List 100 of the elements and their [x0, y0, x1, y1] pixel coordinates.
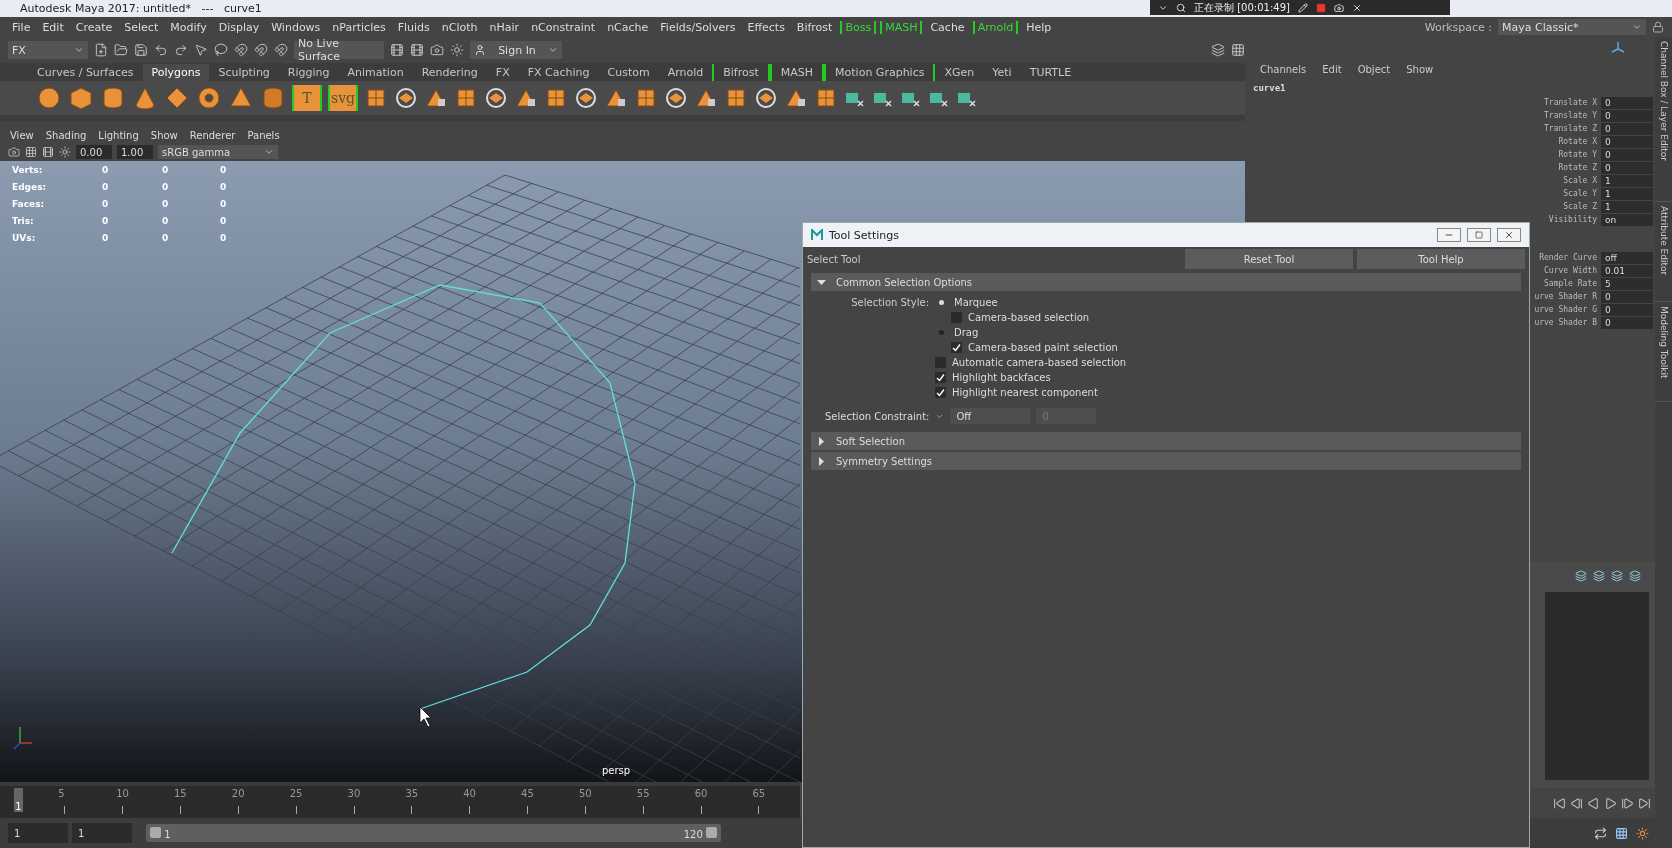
- attribute-value[interactable]: 1: [1601, 175, 1653, 187]
- grid-icon[interactable]: [1231, 43, 1245, 57]
- minimize-button[interactable]: [1437, 228, 1461, 242]
- attribute-value[interactable]: 0: [1601, 97, 1653, 109]
- render-icon[interactable]: [390, 43, 404, 57]
- save-icon[interactable]: [134, 43, 148, 57]
- polygon-tool-icon[interactable]: [574, 86, 598, 110]
- menu-item[interactable]: Boss: [840, 20, 877, 34]
- workspace-dropdown[interactable]: Maya Classic*: [1498, 19, 1646, 35]
- shelf-tab[interactable]: Arnold: [658, 64, 713, 81]
- menu-item[interactable]: Bifrost: [790, 20, 839, 34]
- shelf-tab[interactable]: TURTLE: [1020, 64, 1081, 81]
- close-button[interactable]: [1497, 228, 1521, 242]
- menu-item[interactable]: MASH: [880, 20, 923, 34]
- shelf-tab[interactable]: Sculpting: [209, 64, 279, 81]
- attribute-value[interactable]: off: [1601, 252, 1653, 264]
- channel-box-menu[interactable]: Object: [1357, 63, 1391, 75]
- channel-box-menu[interactable]: Channels: [1260, 63, 1307, 75]
- redo-icon[interactable]: [174, 43, 188, 57]
- shelf-tab[interactable]: Yeti: [983, 64, 1021, 81]
- plane-icon[interactable]: [164, 85, 190, 111]
- attribute-value[interactable]: 0: [1601, 110, 1653, 122]
- attribute-value[interactable]: 0.01: [1601, 265, 1653, 277]
- polygon-tool-icon[interactable]: [544, 86, 568, 110]
- menu-item[interactable]: Cache: [924, 20, 971, 34]
- radio-button[interactable]: [939, 330, 944, 335]
- checkbox[interactable]: [951, 342, 962, 353]
- current-frame[interactable]: 1: [14, 788, 23, 812]
- constraint-dropdown[interactable]: Off: [950, 408, 1031, 424]
- section-header[interactable]: Symmetry Settings: [811, 452, 1521, 470]
- step-forward-icon[interactable]: [1621, 796, 1634, 810]
- menu-item[interactable]: Create: [69, 20, 119, 34]
- menu-set-dropdown[interactable]: FX: [8, 41, 88, 59]
- attribute-value[interactable]: 5: [1601, 278, 1653, 290]
- polygon-tool-icon[interactable]: [634, 86, 658, 110]
- menu-item[interactable]: File: [6, 20, 37, 34]
- attribute-value[interactable]: 0: [1601, 149, 1653, 161]
- radio-button[interactable]: [939, 300, 944, 305]
- layer-icon[interactable]: [1575, 570, 1587, 582]
- shelf-tab[interactable]: Custom: [598, 64, 659, 81]
- light-icon[interactable]: [450, 43, 464, 57]
- start-frame-field[interactable]: 1: [8, 823, 68, 843]
- menu-item[interactable]: Modify: [164, 20, 213, 34]
- shelf-tab[interactable]: XGen: [935, 64, 984, 81]
- viewport-menu-item[interactable]: Panels: [241, 129, 286, 141]
- menu-item[interactable]: nParticles: [326, 20, 392, 34]
- side-tab[interactable]: Modeling Toolkit: [1655, 302, 1672, 402]
- menu-item[interactable]: nCache: [601, 20, 655, 34]
- menu-item[interactable]: Display: [212, 20, 266, 34]
- shelf-tab[interactable]: Rigging: [278, 64, 339, 81]
- menu-item[interactable]: nCloth: [435, 20, 484, 34]
- maximize-button[interactable]: [1467, 228, 1491, 242]
- attribute-value[interactable]: on: [1601, 214, 1653, 226]
- channel-box-menu[interactable]: Show: [1406, 63, 1434, 75]
- attribute-value[interactable]: 0: [1601, 317, 1653, 329]
- live-surface-field[interactable]: No Live Surface: [294, 41, 384, 59]
- step-back-icon[interactable]: [1570, 796, 1583, 810]
- close-icon[interactable]: [1351, 2, 1362, 13]
- channel-box-menu[interactable]: Edit: [1322, 63, 1342, 75]
- checkbox[interactable]: [935, 372, 946, 383]
- menu-item[interactable]: Help: [1020, 20, 1058, 34]
- layers-icon[interactable]: [1211, 43, 1225, 57]
- section-header[interactable]: Soft Selection: [811, 432, 1521, 450]
- menu-item[interactable]: Fluids: [391, 20, 436, 34]
- new-file-icon[interactable]: [94, 43, 108, 57]
- current-frame-field[interactable]: 1: [72, 823, 132, 843]
- skip-back-icon[interactable]: [1553, 796, 1566, 810]
- stop-icon[interactable]: [1315, 2, 1326, 13]
- tool-button[interactable]: Reset Tool: [1185, 249, 1353, 269]
- magnet-icon[interactable]: [234, 43, 248, 57]
- light-icon[interactable]: [59, 146, 71, 158]
- polygon-tool-icon[interactable]: [454, 86, 478, 110]
- time-slider[interactable]: 1 5 10 15 20 25 30 35 40 45 50 55 60 65: [0, 782, 800, 818]
- attribute-value[interactable]: 0: [1601, 304, 1653, 316]
- polygon-tool-icon[interactable]: [394, 86, 418, 110]
- torus-icon[interactable]: [196, 85, 222, 111]
- polygon-tool-icon[interactable]: [664, 86, 688, 110]
- viewport-menu-item[interactable]: View: [4, 129, 40, 141]
- checkbox[interactable]: [951, 312, 962, 323]
- shelf-tab[interactable]: FX Caching: [518, 64, 599, 81]
- magnet-icon[interactable]: [254, 43, 268, 57]
- pipe-icon[interactable]: [260, 85, 286, 111]
- attribute-value[interactable]: 0: [1601, 162, 1653, 174]
- shelf-tab[interactable]: Animation: [338, 64, 413, 81]
- attribute-value[interactable]: 0: [1601, 136, 1653, 148]
- pencil-icon[interactable]: [1297, 2, 1308, 13]
- undo-icon[interactable]: [154, 43, 168, 57]
- polygon-tool-icon[interactable]: [724, 86, 748, 110]
- side-tab[interactable]: Channel Box / Layer Editor: [1655, 37, 1672, 202]
- shelf-tab[interactable]: FX: [486, 64, 519, 81]
- attribute-value[interactable]: 0: [1601, 123, 1653, 135]
- menu-item[interactable]: nHair: [483, 20, 526, 34]
- attribute-value[interactable]: 0: [1601, 291, 1653, 303]
- menu-item[interactable]: Windows: [265, 20, 327, 34]
- camera-icon[interactable]: [8, 146, 20, 158]
- checkbox[interactable]: [935, 387, 946, 398]
- attribute-value[interactable]: 1: [1601, 201, 1653, 213]
- attribute-value[interactable]: 1: [1601, 188, 1653, 200]
- cube-icon[interactable]: [68, 85, 94, 111]
- color-space-dropdown[interactable]: sRGB gamma: [158, 145, 278, 159]
